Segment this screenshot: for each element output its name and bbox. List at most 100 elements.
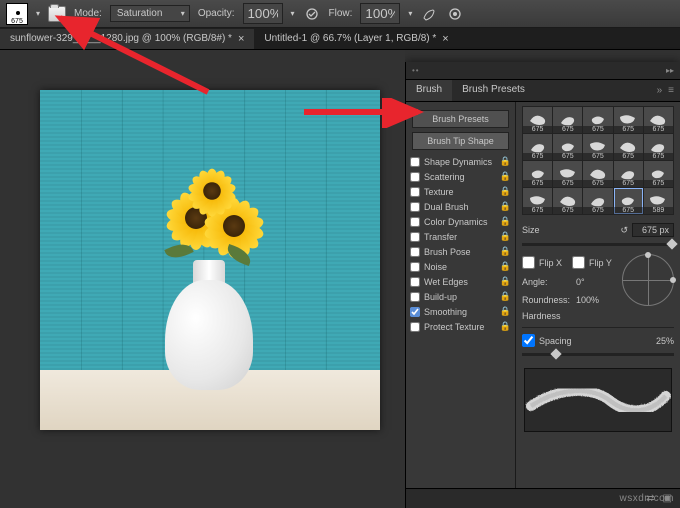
document-tab[interactable]: Untitled-1 @ 66.7% (Layer 1, RGB/8) *× <box>254 29 458 49</box>
flip-y-checkbox[interactable] <box>572 256 585 269</box>
hardness-label: Hardness <box>522 311 572 321</box>
panel-menu-icon[interactable]: ≡ <box>668 85 674 96</box>
brush-option-row[interactable]: Smoothing🔒 <box>406 304 515 319</box>
size-label: Size <box>522 225 572 235</box>
brush-option-row[interactable]: Transfer🔒 <box>406 229 515 244</box>
chevron-down-icon[interactable]: ▾ <box>291 9 295 18</box>
spacing-slider[interactable] <box>522 353 674 356</box>
lock-icon[interactable]: 🔒 <box>500 201 511 212</box>
brush-thumb[interactable]: 675 <box>644 161 673 187</box>
brush-option-row[interactable]: Texture🔒 <box>406 184 515 199</box>
brush-thumb[interactable]: 675 <box>644 134 673 160</box>
brush-preset-picker[interactable]: 675 <box>6 3 28 25</box>
option-checkbox[interactable] <box>410 247 420 257</box>
brush-option-row[interactable]: Protect Texture🔒 <box>406 319 515 334</box>
brush-thumb[interactable]: 675 <box>523 161 552 187</box>
options-bar: 675 ▾ Mode: Saturation▾ Opacity: ▾ Flow:… <box>0 0 680 28</box>
brush-thumb[interactable]: 675 <box>523 107 552 133</box>
document-canvas[interactable] <box>40 90 380 430</box>
brush-thumbnail-grid: 6756756756756756756756756756756756756756… <box>522 106 674 215</box>
brush-thumb[interactable]: 675 <box>553 188 582 214</box>
lock-icon[interactable]: 🔒 <box>500 231 511 242</box>
option-checkbox[interactable] <box>410 322 420 332</box>
option-checkbox[interactable] <box>410 292 420 302</box>
brush-panel-toggle-icon[interactable] <box>48 6 66 22</box>
lock-icon[interactable]: 🔒 <box>500 321 511 332</box>
brush-thumb[interactable]: 675 <box>614 134 643 160</box>
airbrush-icon[interactable] <box>420 5 438 23</box>
option-checkbox[interactable] <box>410 277 420 287</box>
chevron-down-icon[interactable]: ▾ <box>408 9 412 18</box>
option-checkbox[interactable] <box>410 217 420 227</box>
watermark: wsxdn.com <box>619 493 674 504</box>
opacity-input[interactable] <box>243 3 283 24</box>
brush-option-row[interactable]: Dual Brush🔒 <box>406 199 515 214</box>
flip-x-checkbox[interactable] <box>522 256 535 269</box>
brush-tip-shape-button[interactable]: Brush Tip Shape <box>412 132 509 150</box>
angle-value[interactable]: 0° <box>576 277 585 287</box>
brush-thumb[interactable]: 675 <box>614 161 643 187</box>
brush-thumb[interactable]: 675 <box>583 161 612 187</box>
option-checkbox[interactable] <box>410 172 420 182</box>
brush-thumb[interactable]: 675 <box>583 134 612 160</box>
mode-dropdown[interactable]: Saturation▾ <box>110 5 190 22</box>
panel-dock-handle[interactable]: •• <box>406 66 426 75</box>
brush-option-row[interactable]: Brush Pose🔒 <box>406 244 515 259</box>
size-input[interactable] <box>632 223 674 237</box>
chevron-down-icon[interactable]: ▾ <box>36 9 40 18</box>
size-slider[interactable] <box>522 243 674 246</box>
brush-option-row[interactable]: Noise🔒 <box>406 259 515 274</box>
brush-settings-list: Brush Presets Brush Tip Shape Shape Dyna… <box>406 102 516 488</box>
brush-thumb[interactable]: 675 <box>553 107 582 133</box>
brush-thumb[interactable]: 675 <box>523 134 552 160</box>
document-tab[interactable]: sunflower-329_____1280.jpg @ 100% (RGB/8… <box>0 29 254 49</box>
close-icon[interactable]: × <box>238 33 244 45</box>
brush-option-row[interactable]: Wet Edges🔒 <box>406 274 515 289</box>
option-checkbox[interactable] <box>410 262 420 272</box>
spacing-checkbox[interactable] <box>522 334 535 347</box>
mode-label: Mode: <box>74 8 102 19</box>
brush-thumb[interactable]: 675 <box>614 188 643 214</box>
canvas-area[interactable] <box>0 50 405 508</box>
flip-size-icon[interactable]: ↺ <box>620 225 628 236</box>
pressure-opacity-icon[interactable] <box>303 5 321 23</box>
close-icon[interactable]: × <box>442 33 448 45</box>
option-checkbox[interactable] <box>410 187 420 197</box>
lock-icon[interactable]: 🔒 <box>500 216 511 227</box>
lock-icon[interactable]: 🔒 <box>500 276 511 287</box>
option-checkbox[interactable] <box>410 202 420 212</box>
brush-option-row[interactable]: Build-up🔒 <box>406 289 515 304</box>
option-checkbox[interactable] <box>410 157 420 167</box>
brush-presets-button[interactable]: Brush Presets <box>412 110 509 128</box>
brush-thumb[interactable]: 675 <box>583 107 612 133</box>
brush-thumb[interactable]: 675 <box>553 161 582 187</box>
lock-icon[interactable]: 🔒 <box>500 171 511 182</box>
brush-thumb[interactable]: 675 <box>553 134 582 160</box>
collapse-icon[interactable]: ▸▸ <box>666 66 680 75</box>
angle-control[interactable] <box>622 254 674 306</box>
lock-icon[interactable]: 🔒 <box>500 156 511 167</box>
option-checkbox[interactable] <box>410 307 420 317</box>
brush-option-row[interactable]: Scattering🔒 <box>406 169 515 184</box>
lock-icon[interactable]: 🔒 <box>500 186 511 197</box>
tab-brush[interactable]: Brush <box>406 80 452 101</box>
roundness-value[interactable]: 100% <box>576 295 599 305</box>
brush-thumb[interactable]: 675 <box>583 188 612 214</box>
pressure-size-icon[interactable] <box>446 5 464 23</box>
flow-input[interactable] <box>360 3 400 24</box>
lock-icon[interactable]: 🔒 <box>500 261 511 272</box>
lock-icon[interactable]: 🔒 <box>500 291 511 302</box>
brush-thumb[interactable]: 589 <box>644 188 673 214</box>
flow-label: Flow: <box>329 8 353 19</box>
lock-icon[interactable]: 🔒 <box>500 306 511 317</box>
expand-icon[interactable]: » <box>657 85 663 96</box>
brush-thumb[interactable]: 675 <box>523 188 552 214</box>
option-checkbox[interactable] <box>410 232 420 242</box>
brush-thumb[interactable]: 675 <box>644 107 673 133</box>
brush-option-row[interactable]: Shape Dynamics🔒 <box>406 154 515 169</box>
spacing-value[interactable]: 25% <box>656 336 674 346</box>
tab-brush-presets[interactable]: Brush Presets <box>452 80 535 101</box>
brush-option-row[interactable]: Color Dynamics🔒 <box>406 214 515 229</box>
lock-icon[interactable]: 🔒 <box>500 246 511 257</box>
brush-thumb[interactable]: 675 <box>614 107 643 133</box>
